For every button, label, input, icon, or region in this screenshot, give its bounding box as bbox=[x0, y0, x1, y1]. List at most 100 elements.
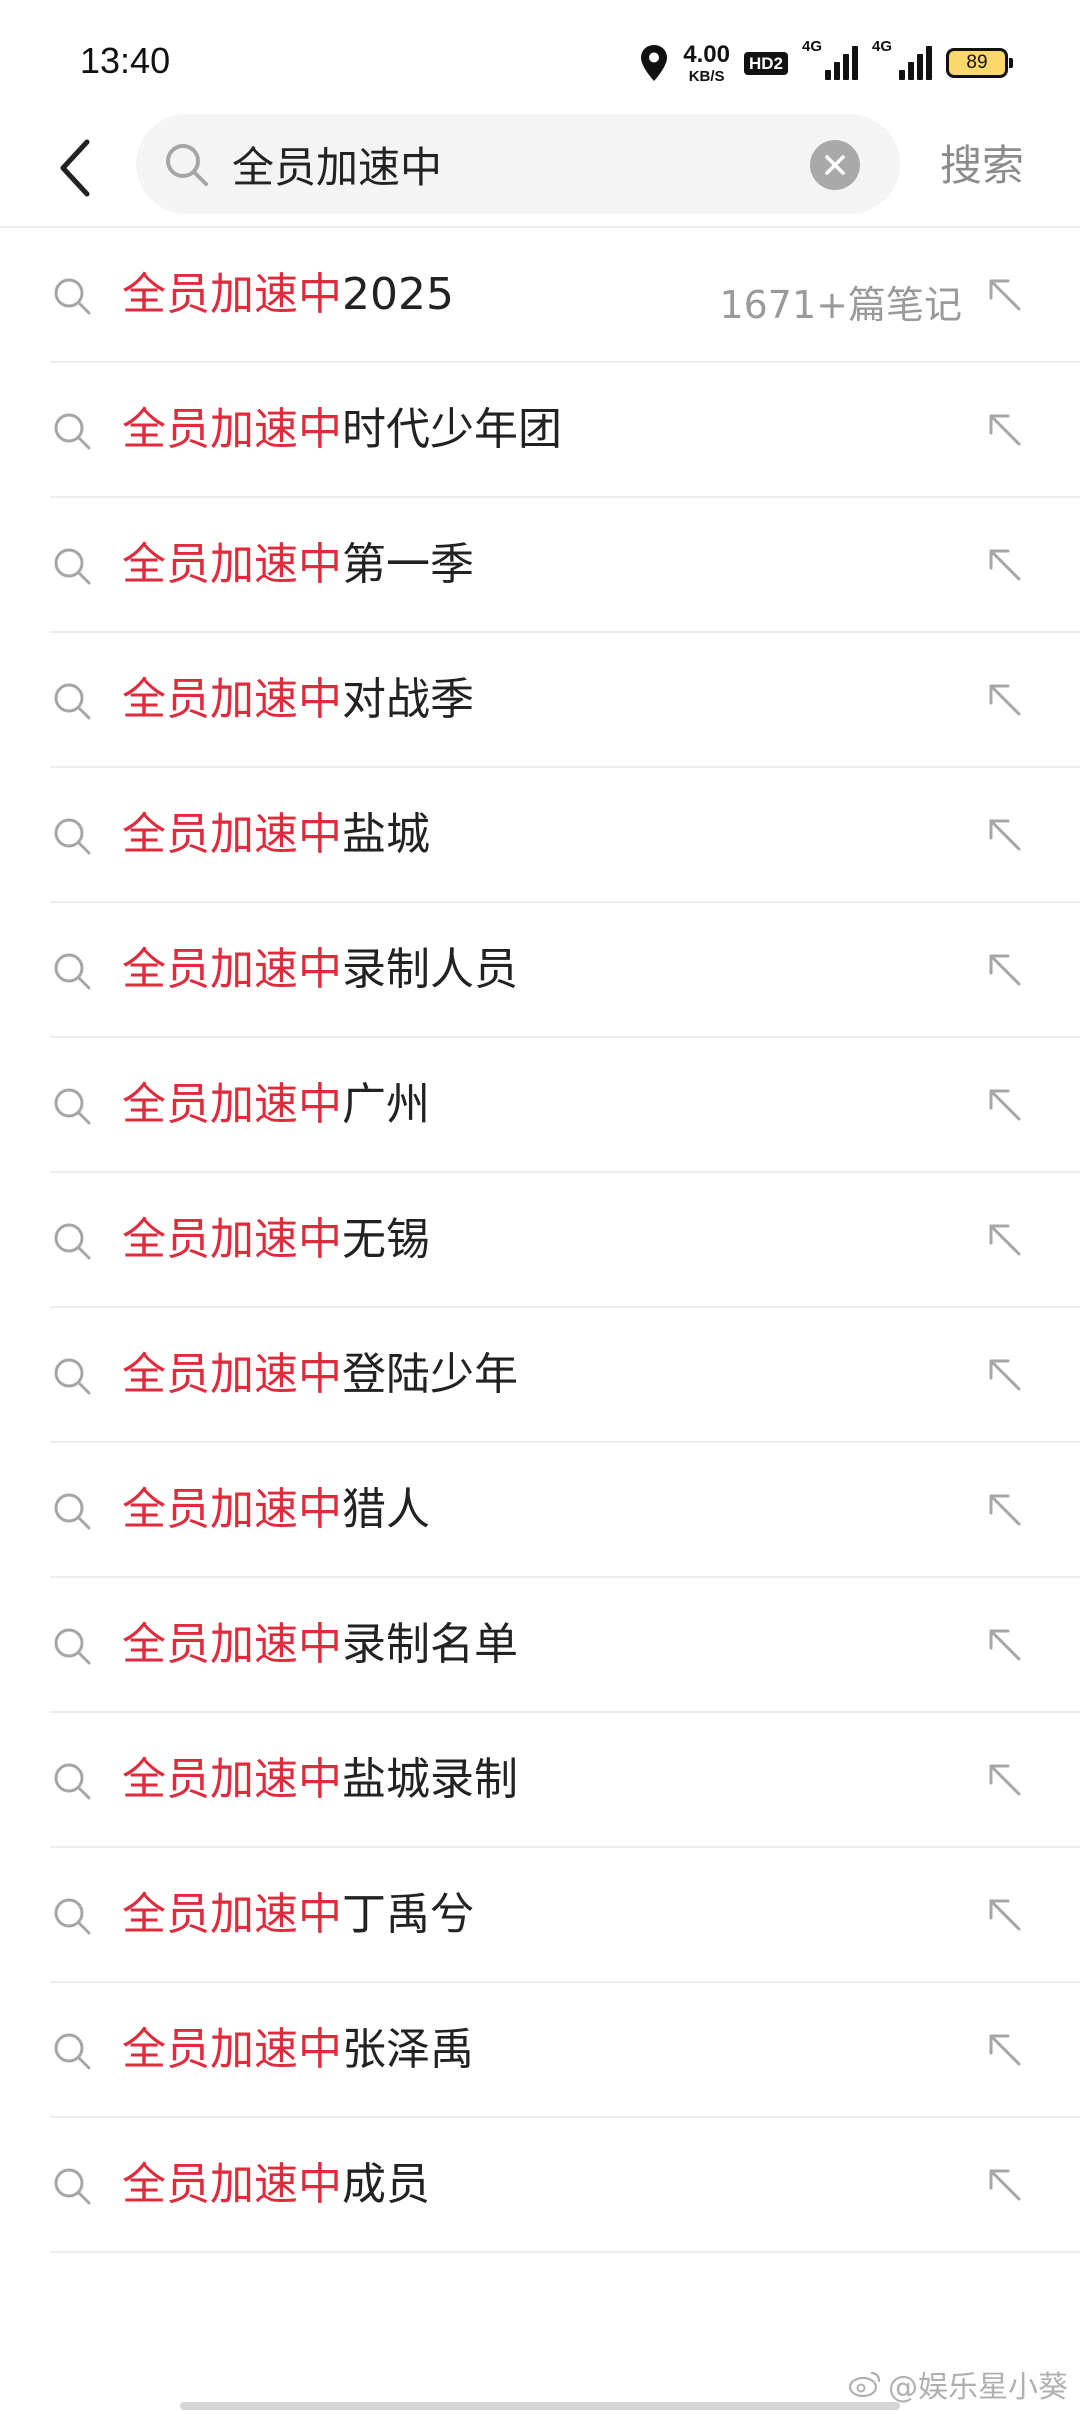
suggestion-highlight: 全员加速中 bbox=[122, 1754, 342, 1805]
search-icon bbox=[54, 683, 91, 720]
fill-query-button[interactable] bbox=[980, 405, 1030, 455]
search-button[interactable]: 搜索 bbox=[940, 132, 1024, 193]
fill-query-button[interactable] bbox=[980, 810, 1030, 860]
fill-query-button[interactable] bbox=[980, 1215, 1030, 1265]
suggestion-item[interactable]: 全员加速中时代少年团 bbox=[0, 363, 1080, 498]
suggestion-text: 全员加速中盐城录制 bbox=[122, 1753, 518, 1807]
suggestion-note-count: 1671+篇笔记 bbox=[719, 283, 962, 327]
fill-query-button[interactable] bbox=[980, 1485, 1030, 1535]
suggestion-text: 全员加速中2025 bbox=[122, 268, 454, 322]
fill-query-button[interactable] bbox=[980, 675, 1030, 725]
suggestion-rest: 猎人 bbox=[342, 1484, 430, 1535]
suggestion-rest: 无锡 bbox=[342, 1214, 430, 1265]
network-speed: 4.00 KB/S bbox=[683, 40, 730, 85]
suggestion-text: 全员加速中登陆少年 bbox=[122, 1348, 518, 1402]
battery-icon: 89 bbox=[946, 48, 1013, 78]
arrow-up-left-icon bbox=[989, 549, 1021, 581]
fill-query-button[interactable] bbox=[980, 1350, 1030, 1400]
fill-query-button[interactable] bbox=[980, 945, 1030, 995]
arrow-up-left-icon bbox=[989, 2034, 1021, 2066]
suggestion-item[interactable]: 全员加速中登陆少年 bbox=[0, 1308, 1080, 1443]
close-icon bbox=[825, 155, 845, 175]
suggestion-text: 全员加速中录制人员 bbox=[122, 943, 518, 997]
suggestion-item[interactable]: 全员加速中丁禹兮 bbox=[0, 1848, 1080, 1983]
fill-query-button[interactable] bbox=[980, 1080, 1030, 1130]
suggestion-rest: 丁禹兮 bbox=[342, 1889, 474, 1940]
suggestion-highlight: 全员加速中 bbox=[122, 269, 342, 320]
suggestion-item[interactable]: 全员加速中录制人员 bbox=[0, 903, 1080, 1038]
search-icon bbox=[54, 278, 91, 315]
signal-icon-2: 4G bbox=[872, 38, 932, 80]
suggestion-highlight: 全员加速中 bbox=[122, 1349, 342, 1400]
weibo-logo-icon bbox=[848, 2371, 881, 2398]
arrow-up-left-icon bbox=[989, 414, 1021, 446]
suggestion-rest: 第一季 bbox=[342, 539, 474, 590]
suggestion-text: 全员加速中无锡 bbox=[122, 1213, 430, 1267]
suggestion-item[interactable]: 全员加速中猎人 bbox=[0, 1443, 1080, 1578]
fill-query-button[interactable] bbox=[980, 1890, 1030, 1940]
network-speed-unit: KB/S bbox=[688, 67, 725, 85]
search-icon bbox=[54, 1628, 91, 1665]
back-button[interactable] bbox=[40, 128, 110, 208]
search-icon bbox=[54, 1088, 91, 1125]
suggestion-rest: 登陆少年 bbox=[342, 1349, 518, 1400]
suggestion-text: 全员加速中录制名单 bbox=[122, 1618, 518, 1672]
watermark-text: @娱乐星小葵 bbox=[888, 2370, 1068, 2405]
suggestion-item[interactable]: 全员加速中第一季 bbox=[0, 498, 1080, 633]
network-speed-value: 4.00 bbox=[683, 40, 730, 68]
search-icon bbox=[54, 1223, 91, 1260]
fill-query-button[interactable] bbox=[980, 1620, 1030, 1670]
suggestion-item[interactable]: 全员加速中盐城 bbox=[0, 768, 1080, 903]
fill-query-button[interactable] bbox=[980, 2160, 1030, 2210]
clear-search-button[interactable] bbox=[810, 140, 860, 190]
suggestion-highlight: 全员加速中 bbox=[122, 404, 342, 455]
suggestion-rest: 张泽禹 bbox=[342, 2024, 474, 2075]
suggestion-item[interactable]: 全员加速中广州 bbox=[0, 1038, 1080, 1173]
suggestion-item[interactable]: 全员加速中张泽禹 bbox=[0, 1983, 1080, 2118]
suggestion-item[interactable]: 全员加速中2025 1671+篇笔记 bbox=[0, 228, 1080, 363]
suggestion-rest: 2025 bbox=[342, 269, 454, 320]
suggestion-highlight: 全员加速中 bbox=[122, 2024, 342, 2075]
suggestion-highlight: 全员加速中 bbox=[122, 1079, 342, 1130]
fill-query-button[interactable] bbox=[980, 1755, 1030, 1805]
suggestion-item[interactable]: 全员加速中无锡 bbox=[0, 1173, 1080, 1308]
arrow-up-left-icon bbox=[989, 954, 1021, 986]
suggestion-text: 全员加速中广州 bbox=[122, 1078, 430, 1132]
suggestion-text: 全员加速中对战季 bbox=[122, 673, 474, 727]
fill-query-button[interactable] bbox=[980, 2025, 1030, 2075]
search-icon bbox=[54, 413, 91, 450]
suggestion-highlight: 全员加速中 bbox=[122, 674, 342, 725]
arrow-up-left-icon bbox=[989, 1494, 1021, 1526]
suggestion-list: 全员加速中2025 1671+篇笔记 全员加速中时代少年团 全员加速中第一季 全… bbox=[0, 228, 1080, 2253]
suggestion-rest: 成员 bbox=[342, 2159, 430, 2210]
suggestion-item[interactable]: 全员加速中对战季 bbox=[0, 633, 1080, 768]
fill-query-button[interactable] bbox=[980, 540, 1030, 590]
signal-icon: 4G bbox=[802, 38, 858, 80]
search-icon bbox=[54, 2168, 91, 2205]
search-icon bbox=[54, 1898, 91, 1935]
fill-query-button[interactable] bbox=[980, 270, 1030, 320]
arrow-up-left-icon bbox=[989, 1359, 1021, 1391]
search-box[interactable] bbox=[136, 114, 900, 214]
suggestion-text: 全员加速中丁禹兮 bbox=[122, 1888, 474, 1942]
suggestion-text: 全员加速中时代少年团 bbox=[122, 403, 562, 457]
signal-label-2: 4G bbox=[872, 38, 893, 55]
search-icon bbox=[54, 1358, 91, 1395]
suggestion-item[interactable]: 全员加速中盐城录制 bbox=[0, 1713, 1080, 1848]
arrow-up-left-icon bbox=[989, 2169, 1021, 2201]
suggestion-item[interactable]: 全员加速中成员 bbox=[0, 2118, 1080, 2253]
suggestion-rest: 广州 bbox=[342, 1079, 430, 1130]
search-icon bbox=[54, 548, 91, 585]
suggestion-rest: 盐城 bbox=[342, 809, 430, 860]
hd-voice-badge: HD2 bbox=[743, 51, 788, 75]
search-icon bbox=[54, 1763, 91, 1800]
suggestion-highlight: 全员加速中 bbox=[122, 2159, 342, 2210]
suggestion-item[interactable]: 全员加速中录制名单 bbox=[0, 1578, 1080, 1713]
search-input[interactable] bbox=[232, 134, 792, 194]
arrow-up-left-icon bbox=[989, 1089, 1021, 1121]
suggestion-rest: 时代少年团 bbox=[342, 404, 562, 455]
signal-label: 4G bbox=[802, 38, 823, 55]
arrow-up-left-icon bbox=[989, 1764, 1021, 1796]
suggestion-rest: 录制人员 bbox=[342, 944, 518, 995]
home-indicator[interactable] bbox=[180, 2402, 900, 2410]
